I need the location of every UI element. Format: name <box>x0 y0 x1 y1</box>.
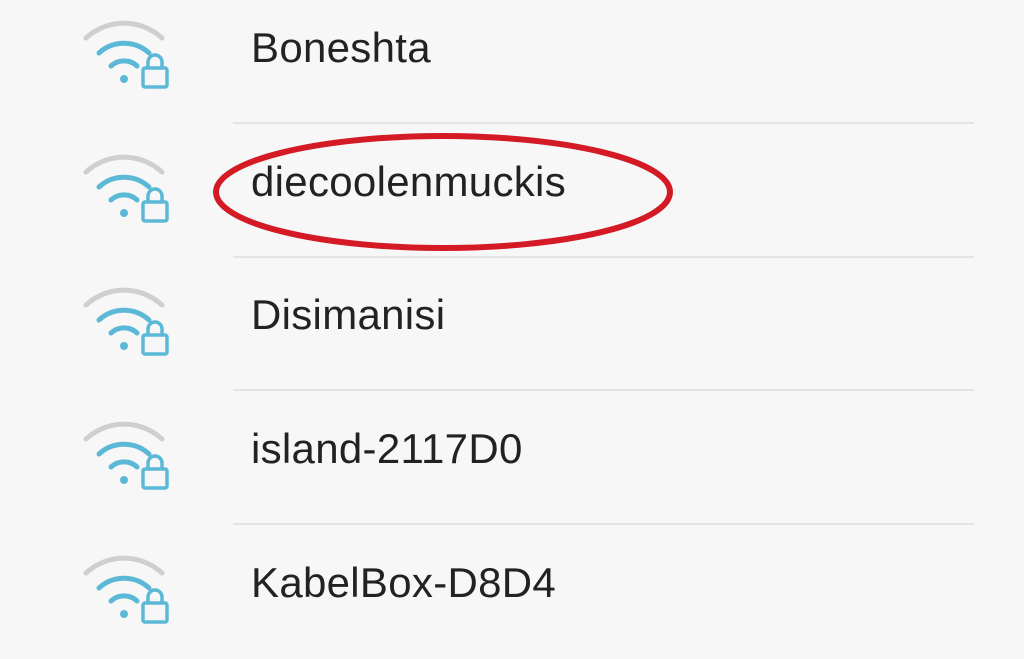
wifi-locked-icon <box>80 279 172 359</box>
wifi-network-name: island-2117D0 <box>251 425 523 472</box>
wifi-network-name: diecoolenmuckis <box>251 158 566 205</box>
wifi-network-name: KabelBox-D8D4 <box>251 559 557 606</box>
wifi-network-row[interactable]: Disimanisi <box>0 257 1024 391</box>
wifi-locked-icon <box>80 547 172 627</box>
wifi-network-row[interactable]: island-2117D0 <box>0 391 1024 525</box>
wifi-locked-icon <box>80 12 172 92</box>
wifi-network-row[interactable]: Boneshta <box>0 0 1024 124</box>
wifi-locked-icon <box>80 146 172 226</box>
wifi-network-list: Boneshta diecoolenmuckis Disimanisi isla… <box>0 0 1024 659</box>
wifi-network-name: Boneshta <box>251 24 431 71</box>
wifi-network-row[interactable]: KabelBox-D8D4 <box>0 525 1024 659</box>
wifi-network-row[interactable]: diecoolenmuckis <box>0 124 1024 258</box>
wifi-network-name: Disimanisi <box>251 291 446 338</box>
wifi-locked-icon <box>80 413 172 493</box>
